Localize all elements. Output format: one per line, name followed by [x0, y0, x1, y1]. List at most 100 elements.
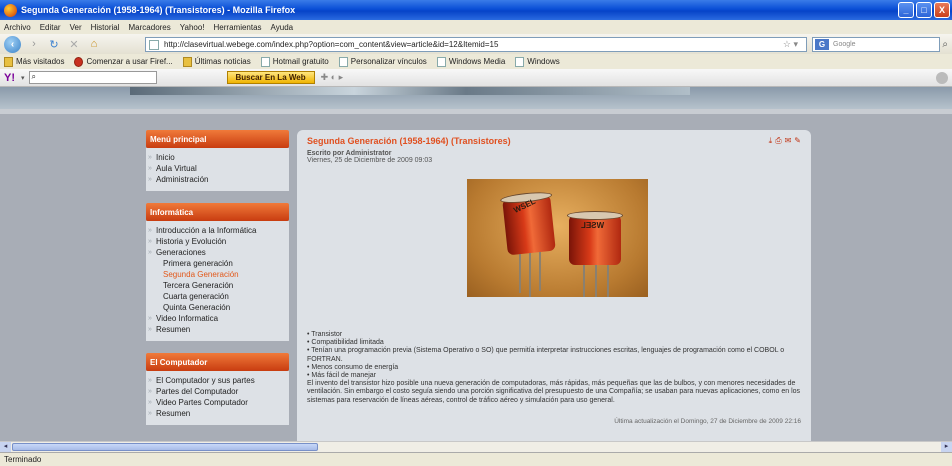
list-item: • Más fácil de manejar [307, 372, 376, 380]
page-icon [436, 56, 446, 67]
search-placeholder: Google [833, 41, 856, 48]
transistor-marking: WSEL [581, 221, 605, 230]
sidebar-item-video-partes[interactable]: Video Partes Computador [148, 397, 289, 408]
bookmarks-toolbar: Más visitados Comenzar a usar Firef... Ú… [0, 54, 952, 69]
menu-marcadores[interactable]: Marcadores [129, 23, 171, 32]
back-icon[interactable]: ‹ [4, 35, 21, 53]
yahoo-logo[interactable]: Y! [4, 72, 15, 84]
maximize-button[interactable]: □ [916, 2, 932, 18]
menu-bar: Archivo Editar Ver Historial Marcadores … [0, 20, 952, 34]
header-banner [130, 87, 690, 95]
folder-icon [4, 56, 13, 67]
bookmark-star-icon[interactable]: ☆ ▾ [783, 39, 798, 50]
article-actions: ⤓ ⎙ ✉ ✎ [769, 136, 801, 146]
sidebar-item-video-informatica[interactable]: Video Informatica [148, 313, 289, 324]
sidebar-item-resumen-computador[interactable]: Resumen [148, 408, 289, 419]
bookmark-label: Hotmail gratuito [272, 57, 329, 66]
sidebar-item-resumen[interactable]: Resumen [148, 324, 289, 335]
sidebar-item-tercera-generacion[interactable]: Tercera Generación [150, 280, 289, 291]
bookmark-hotmail[interactable]: Hotmail gratuito [260, 56, 329, 67]
sidebar-item-segunda-generacion[interactable]: Segunda Generación [150, 269, 289, 280]
bookmark-label: Comenzar a usar Firef... [86, 57, 173, 66]
page-icon [260, 56, 270, 67]
bookmark-windows[interactable]: Windows [515, 56, 560, 67]
yahoo-extra-icon[interactable]: ✚ ◐ ▸ [321, 72, 344, 83]
close-button[interactable]: X [934, 2, 950, 18]
status-bar: Terminado [0, 452, 952, 466]
menu-historial[interactable]: Historial [91, 23, 120, 32]
google-icon[interactable]: G [815, 39, 829, 50]
article-last-updated: Última actualización el Domingo, 27 de D… [614, 418, 801, 425]
menu-editar[interactable]: Editar [40, 23, 61, 32]
scrollbar-thumb[interactable] [12, 443, 318, 451]
sidebar-item-cuarta-generacion[interactable]: Cuarta generación [150, 291, 289, 302]
article-panel: Segunda Generación (1958-1964) (Transist… [297, 130, 811, 441]
page-favicon-icon [149, 40, 159, 50]
rss-folder-icon [182, 56, 192, 67]
sidebar: Menú principal Inicio Aula Virtual Admin… [146, 130, 289, 425]
url-bar[interactable]: http://clasevirtual.webege.com/index.php… [145, 37, 807, 52]
bookmark-windows-media[interactable]: Windows Media [436, 56, 506, 67]
bookmark-personalizar[interactable]: Personalizar vínculos [338, 56, 427, 67]
sidebar-item-quinta-generacion[interactable]: Quinta Generación [150, 302, 289, 313]
bookmark-label: Últimas noticias [194, 57, 251, 66]
article-title[interactable]: Segunda Generación (1958-1964) (Transist… [307, 136, 801, 146]
yahoo-search-input[interactable]: ⌕ [28, 71, 157, 84]
menu-ver[interactable]: Ver [70, 23, 82, 32]
menu-principal-heading: Menú principal [146, 130, 289, 148]
firefox-getting-started-icon [74, 56, 84, 67]
horizontal-scrollbar[interactable]: ◂ ▸ [0, 441, 952, 452]
menu-ayuda[interactable]: Ayuda [271, 23, 294, 32]
sidebar-item-aula-virtual[interactable]: Aula Virtual [148, 163, 289, 174]
bookmark-label: Windows Media [448, 57, 506, 66]
sidebar-item-partes-computador[interactable]: Partes del Computador [148, 386, 289, 397]
scroll-left-icon[interactable]: ◂ [0, 442, 11, 452]
page-icon [338, 56, 348, 67]
yahoo-search-button[interactable]: Buscar En La Web [226, 71, 315, 84]
search-input[interactable]: G Google [812, 37, 940, 52]
url-text: http://clasevirtual.webege.com/index.php… [164, 40, 499, 49]
sidebar-item-computador-partes[interactable]: El Computador y sus partes [148, 375, 289, 386]
list-item: • Tenían una programación previa (Sistem… [307, 347, 785, 363]
yahoo-toolbar: Y! ▾ ⌕ Buscar En La Web ✚ ◐ ▸ [0, 69, 952, 87]
menu-herramientas[interactable]: Herramientas [214, 23, 262, 32]
forward-icon[interactable]: › [27, 37, 41, 51]
sidebar-item-historia[interactable]: Historia y Evolución [148, 236, 289, 247]
bookmark-label: Personalizar vínculos [350, 57, 427, 66]
reload-icon[interactable]: ↻ [47, 37, 61, 51]
sidebar-item-introduccion[interactable]: Introducción a la Informática [148, 225, 289, 236]
search-magnifier-icon[interactable]: ⌕ [942, 39, 948, 50]
sidebar-item-generaciones[interactable]: Generaciones [148, 247, 289, 258]
print-icon[interactable]: ⎙ [775, 136, 781, 146]
home-icon[interactable]: ⌂ [87, 37, 101, 51]
bookmark-mas-visitados[interactable]: Más visitados [4, 56, 64, 67]
yahoo-weather-icon[interactable] [936, 72, 948, 84]
email-icon[interactable]: ✉ [785, 136, 792, 146]
informatica-heading: Informática [146, 203, 289, 221]
page-viewport: Menú principal Inicio Aula Virtual Admin… [0, 87, 952, 441]
sidebar-item-primera-generacion[interactable]: Primera generación [150, 258, 289, 269]
list-item: • Compatibilidad limitada [307, 339, 384, 347]
bookmark-ultimas-noticias[interactable]: Últimas noticias [182, 56, 251, 67]
transistors-photo: WSEL WSEL [467, 179, 648, 297]
minimize-button[interactable]: _ [898, 2, 914, 18]
article-author: Escrito por Administrator [307, 150, 392, 157]
pdf-icon[interactable]: ⤓ [769, 136, 773, 146]
menu-archivo[interactable]: Archivo [4, 23, 31, 32]
list-item: • Transistor [307, 331, 343, 338]
window-titlebar: Segunda Generación (1958-1964) (Transist… [0, 0, 952, 20]
stop-icon[interactable]: ✕ [67, 37, 81, 51]
sidebar-item-administracion[interactable]: Administración [148, 174, 289, 185]
bookmark-label: Windows [527, 57, 560, 66]
menu-yahoo[interactable]: Yahoo! [180, 23, 205, 32]
article-paragraph: El invento del transistor hizo posible u… [307, 380, 801, 404]
bookmark-comenzar[interactable]: Comenzar a usar Firef... [74, 56, 173, 67]
menu-principal-list: Inicio Aula Virtual Administración [146, 148, 289, 191]
edit-icon[interactable]: ✎ [794, 136, 801, 146]
yahoo-search-icon: ⌕ [31, 72, 36, 81]
firefox-icon [4, 3, 17, 17]
yahoo-dropdown-icon[interactable]: ▾ [21, 74, 25, 82]
computador-heading: El Computador [146, 353, 289, 371]
scroll-right-icon[interactable]: ▸ [941, 442, 952, 452]
sidebar-item-inicio[interactable]: Inicio [148, 152, 289, 163]
